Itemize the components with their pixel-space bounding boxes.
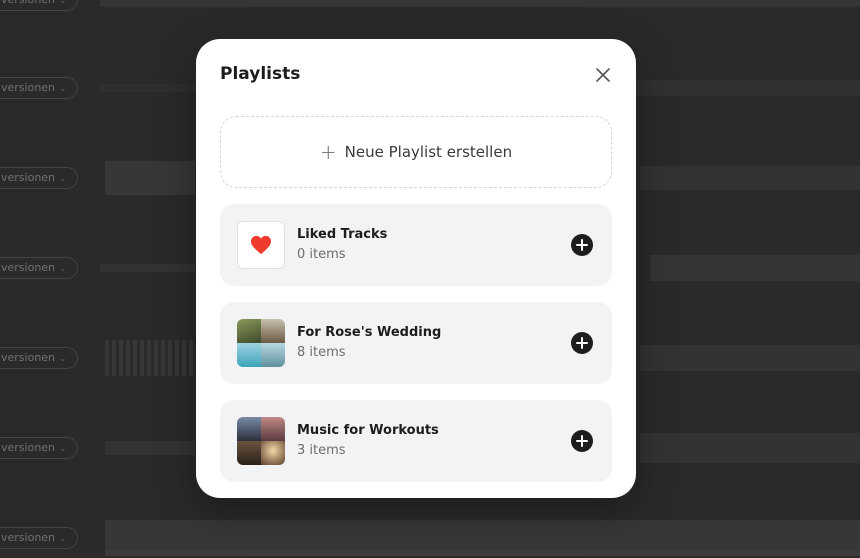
playlist-name: Music for Workouts: [297, 423, 439, 438]
add-to-playlist-icon[interactable]: [571, 332, 593, 354]
playlist-count: 8 items: [297, 345, 346, 360]
add-to-playlist-icon[interactable]: [571, 234, 593, 256]
create-playlist-button[interactable]: + Neue Playlist erstellen: [220, 116, 612, 188]
plus-icon: +: [319, 140, 337, 164]
heart-icon: [251, 235, 271, 255]
playlist-thumbnail: [237, 417, 285, 465]
playlist-count: 3 items: [297, 443, 346, 458]
playlist-thumbnail: [237, 221, 285, 269]
playlist-name: For Rose's Wedding: [297, 325, 442, 340]
create-playlist-label: Neue Playlist erstellen: [344, 143, 513, 161]
modal-title: Playlists: [220, 64, 301, 84]
playlist-item[interactable]: Music for Workouts 3 items: [220, 400, 612, 482]
playlist-name: Liked Tracks: [297, 227, 388, 242]
add-to-playlist-icon[interactable]: [571, 430, 593, 452]
playlist-thumbnail: [237, 319, 285, 367]
playlist-count: 0 items: [297, 247, 346, 262]
playlist-item[interactable]: For Rose's Wedding 8 items: [220, 302, 612, 384]
playlist-item[interactable]: Liked Tracks 0 items: [220, 204, 612, 286]
close-icon[interactable]: [594, 66, 612, 84]
playlists-modal: Playlists + Neue Playlist erstellen Like…: [196, 39, 636, 498]
